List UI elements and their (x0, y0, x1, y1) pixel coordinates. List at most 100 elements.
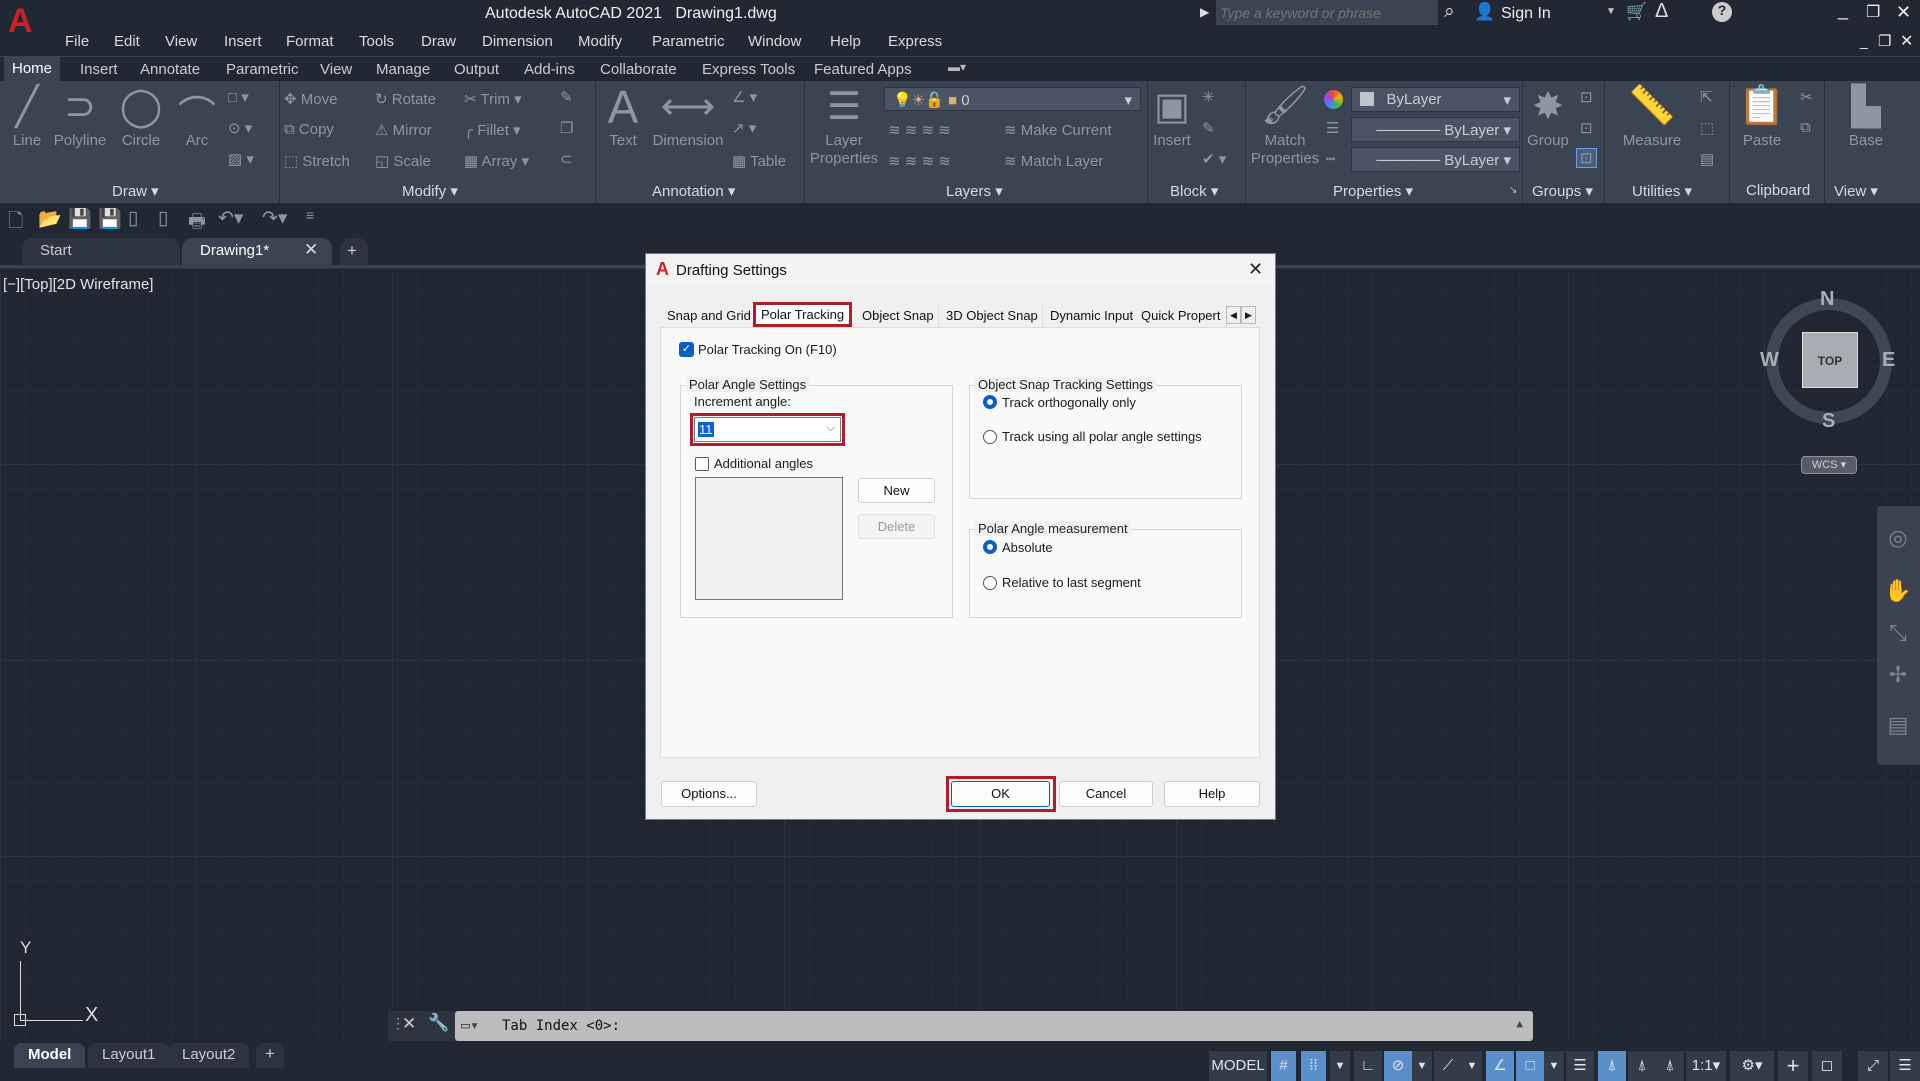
leader-icon[interactable]: ∠ ▾ (732, 88, 757, 106)
fullscreen-icon[interactable]: ⤢ (1858, 1051, 1888, 1081)
close-tab-icon[interactable]: ✕ (304, 240, 318, 260)
command-history-icon[interactable]: ▲ (1516, 1017, 1523, 1030)
insert-button[interactable]: Insert (1132, 132, 1212, 150)
create-block-icon[interactable]: ✳ (1202, 88, 1215, 106)
circle-icon[interactable]: ◯ (111, 84, 171, 129)
sign-in-dropdown-icon[interactable]: ▼ (1606, 6, 1616, 17)
ribbon-minimize-icon[interactable]: ▬▾ (948, 60, 966, 74)
dimension-icon[interactable]: ⟷ (658, 84, 718, 129)
tab-3d-object-snap[interactable]: 3D Object Snap (942, 305, 1043, 327)
cart-icon[interactable]: 🛒 (1626, 2, 1647, 22)
doc-close-icon[interactable]: ✕ (1900, 31, 1913, 51)
steering-wheel-icon[interactable]: ◎ (1878, 525, 1918, 551)
panel-label-utilities[interactable]: Utilities ▾ (1632, 182, 1692, 200)
viewport-controls[interactable]: [−][Top][2D Wireframe] (3, 276, 153, 293)
panel-label-annotation[interactable]: Annotation ▾ (652, 182, 735, 200)
auto-scale-icon[interactable]: ⍋ (1628, 1051, 1656, 1081)
match-layer-button[interactable]: ≋ Match Layer (1004, 152, 1103, 170)
offset-icon[interactable]: ⊂ (560, 150, 573, 168)
layout-tab-layout2[interactable]: Layout2 (168, 1043, 250, 1068)
customize-wrench-icon[interactable]: 🔧 (428, 1013, 449, 1033)
measure-button[interactable]: Measure (1612, 132, 1692, 150)
properties-dialog-launcher-icon[interactable]: ↘ (1509, 185, 1517, 196)
move-button[interactable]: ✥ Move (284, 90, 337, 108)
cancel-button[interactable]: Cancel (1059, 781, 1153, 807)
doc-restore-icon[interactable]: ❐ (1878, 32, 1891, 50)
ribbon-tab-home[interactable]: Home (4, 56, 61, 82)
orbit-icon[interactable]: ✢ (1878, 662, 1918, 688)
ribbon-tab-view[interactable]: View (312, 59, 360, 80)
menu-dimension[interactable]: Dimension (482, 33, 553, 50)
panel-label-properties[interactable]: Properties ▾ (1333, 182, 1413, 200)
select-all-icon[interactable]: ⬚ (1700, 119, 1714, 137)
match-properties-button[interactable]: Match Properties (1245, 132, 1325, 168)
ribbon-tab-express-tools[interactable]: Express Tools (694, 59, 803, 80)
tab-scroll-right-icon[interactable]: ▶ (1241, 306, 1256, 324)
table-button[interactable]: ▦ Table (732, 152, 786, 170)
panel-label-layers[interactable]: Layers ▾ (946, 182, 1003, 200)
autocad-logo-icon[interactable]: A (8, 2, 33, 41)
track-all-polar-radio[interactable] (983, 430, 997, 444)
polyline-icon[interactable]: ⊃ (50, 84, 110, 129)
object-snap-icon[interactable]: □ (1516, 1051, 1544, 1081)
explode-icon[interactable]: ❒ (560, 119, 573, 137)
edit-attributes-icon[interactable]: ✔ ▾ (1202, 150, 1226, 168)
plot-icon[interactable]: 🖶 (188, 207, 206, 239)
rectangle-icon[interactable]: □ ▾ (228, 88, 249, 106)
layer-dropdown[interactable]: 💡☀🔓 ■ 0 ▾ (884, 87, 1141, 111)
ellipse-icon[interactable]: ⊙ ▾ (228, 119, 252, 137)
file-tab-start[interactable]: Start (22, 238, 180, 265)
group-icon[interactable]: ✸ (1518, 84, 1578, 129)
ortho-icon[interactable]: ∟ (1354, 1051, 1382, 1081)
hatch-icon[interactable]: ▨ ▾ (228, 150, 254, 168)
save-icon[interactable]: 💾 (68, 207, 92, 231)
add-layout-icon[interactable]: + (256, 1043, 284, 1068)
group-edit-icon[interactable]: ⊡ (1580, 119, 1593, 137)
tab-snap-and-grid[interactable]: Snap and Grid (663, 305, 756, 327)
paste-icon[interactable]: 📋 (1732, 84, 1792, 128)
new-angle-button[interactable]: New (858, 478, 935, 503)
layer-properties-icon[interactable]: ☰ (814, 84, 874, 129)
linetype-dropdown[interactable]: ────── ByLayer ▾ (1351, 147, 1520, 172)
command-line[interactable]: ▭▾ Tab Index <0>: ▲ (455, 1011, 1533, 1041)
new-tab-icon[interactable]: + (340, 238, 368, 265)
copy-button[interactable]: ⧉ Copy (284, 121, 334, 138)
line-icon[interactable]: ╱ (0, 84, 57, 129)
zoom-extents-icon[interactable]: ⤡ (1878, 620, 1918, 646)
ribbon-tab-output[interactable]: Output (446, 59, 507, 80)
edit-block-icon[interactable]: ✎ (1202, 119, 1215, 137)
paste-button[interactable]: Paste (1722, 132, 1802, 150)
base-button[interactable]: Base (1826, 132, 1906, 150)
polar-tracking-on-checkbox[interactable]: ✓ (679, 342, 694, 357)
absolute-radio[interactable] (983, 540, 997, 554)
options-button[interactable]: Options... (661, 781, 757, 807)
new-file-icon[interactable]: 🗋 (8, 207, 23, 239)
tab-scroll-left-icon[interactable]: ◀ (1226, 306, 1241, 324)
chevron-down-icon[interactable]: ⌵ (827, 422, 835, 435)
panel-label-groups[interactable]: Groups ▾ (1532, 182, 1593, 200)
color-wheel-icon[interactable] (1324, 90, 1343, 109)
command-close-icon[interactable]: ✕ (402, 1014, 416, 1034)
color-dropdown[interactable]: ByLayer ▾ (1351, 87, 1520, 112)
compass-north[interactable]: N (1820, 288, 1834, 311)
isometric-dropdown-icon[interactable]: ▼ (1462, 1051, 1482, 1081)
model-space-button[interactable]: MODEL (1209, 1051, 1267, 1081)
showmotion-icon[interactable]: ▤ (1878, 712, 1918, 738)
lineweight-toggle-icon[interactable]: ☰ (1566, 1051, 1594, 1081)
restore-icon[interactable]: ❐ (1866, 2, 1880, 22)
arc-icon[interactable]: ⌒ (167, 84, 227, 139)
save-web-icon[interactable]: ▯ (158, 207, 168, 230)
layer-tools-icons-2[interactable]: ≋ ≋ ≋ ≋ (888, 152, 951, 170)
customize-qat-icon[interactable]: ≡ (306, 207, 314, 223)
panel-label-modify[interactable]: Modify ▾ (402, 182, 458, 200)
ribbon-tab-featured-apps[interactable]: Featured Apps (806, 59, 920, 80)
match-properties-icon[interactable]: 🖌 (1255, 84, 1315, 128)
isometric-icon[interactable]: ⟋ (1434, 1051, 1462, 1081)
menu-parametric[interactable]: Parametric (652, 33, 725, 50)
menu-insert[interactable]: Insert (224, 33, 262, 50)
menu-view[interactable]: View (165, 33, 197, 50)
tab-dynamic-input[interactable]: Dynamic Input (1046, 305, 1139, 327)
ribbon-tab-collaborate[interactable]: Collaborate (592, 59, 685, 80)
customization-menu-icon[interactable]: ☰ (1890, 1051, 1920, 1081)
dimension-button[interactable]: Dimension (648, 132, 728, 150)
